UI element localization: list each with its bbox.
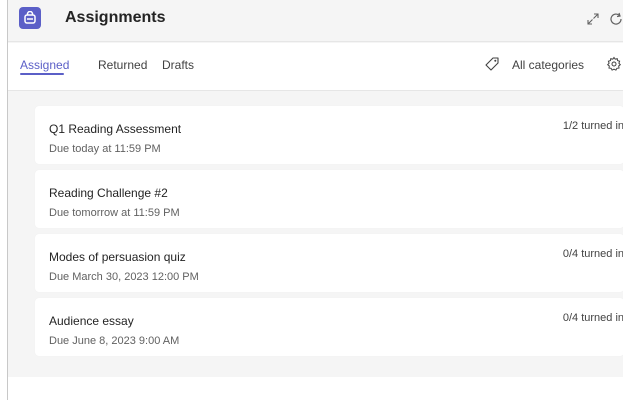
tag-icon[interactable] [484,56,500,72]
assignment-due-date: Due today at 11:59 PM [49,143,161,155]
category-filter[interactable]: All categories [512,58,584,72]
tab-assigned[interactable]: Assigned [20,58,69,72]
settings-icon[interactable] [606,56,622,72]
assignment-card[interactable]: Q1 Reading Assessment Due today at 11:59… [35,106,623,164]
assignment-due-date: Due March 30, 2023 12:00 PM [49,271,199,283]
assignment-card[interactable]: Reading Challenge #2 Due tomorrow at 11:… [35,170,623,228]
assignment-card[interactable]: Modes of persuasion quiz Due March 30, 2… [35,234,623,292]
turned-in-status: 1/2 turned in [562,120,623,132]
tab-drafts[interactable]: Drafts [162,58,194,72]
tab-returned[interactable]: Returned [98,58,147,72]
assignment-list: Q1 Reading Assessment Due today at 11:59… [8,92,623,377]
assignment-title: Q1 Reading Assessment [49,122,182,136]
assignment-due-date: Due June 8, 2023 9:00 AM [49,335,180,347]
refresh-icon[interactable] [608,11,623,27]
app-header: Assignments [8,0,623,42]
expand-icon[interactable] [585,11,601,27]
assignment-title: Reading Challenge #2 [49,186,168,200]
assignments-bag-icon [19,7,41,29]
tab-bar: Assigned Returned Drafts All categories [8,43,623,91]
assignment-title: Audience essay [49,314,134,328]
app-window: Assignments Assigned Returned Drafts All… [7,0,623,400]
turned-in-status: 0/4 turned in [562,312,623,324]
empty-area [8,377,623,400]
assignment-title: Modes of persuasion quiz [49,250,186,264]
assignment-card[interactable]: Audience essay Due June 8, 2023 9:00 AM … [35,298,623,356]
active-tab-indicator [20,73,64,75]
page-title: Assignments [65,9,166,26]
assignment-due-date: Due tomorrow at 11:59 PM [49,207,180,219]
turned-in-status: 0/4 turned in [562,248,623,260]
